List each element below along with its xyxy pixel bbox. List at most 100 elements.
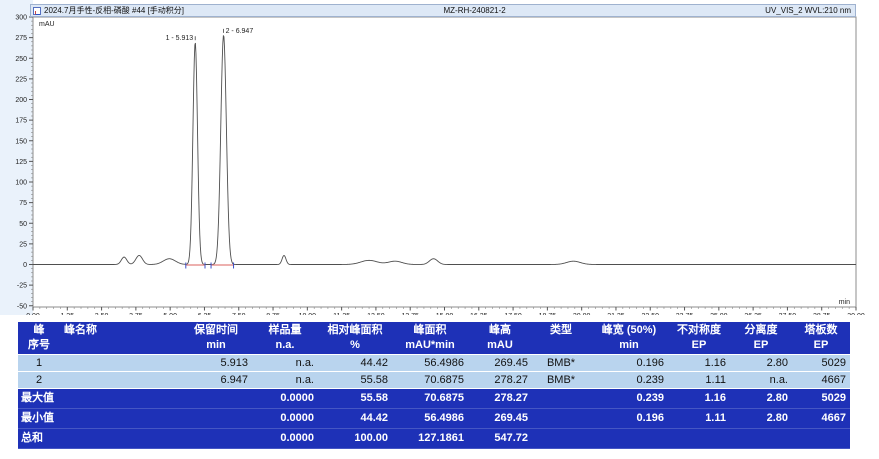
cell-asym: 1.11 (668, 372, 730, 388)
column-header-no: 峰序号 (18, 322, 60, 354)
x-tick-label: 27.50 (779, 313, 797, 315)
y-tick-label: -25 (17, 283, 27, 290)
cell-amount: n.a. (252, 355, 318, 371)
summary-cell-height: 547.72 (468, 429, 532, 448)
column-header-name: 峰名称 (60, 322, 180, 354)
summary-cell-rel_area: 55.58 (318, 389, 392, 408)
chromatogram-plot[interactable]: -50-250255075100125150175200225250275300… (0, 0, 879, 315)
summary-cell-plates: 5029 (792, 389, 850, 408)
y-tick-label: 75 (19, 200, 27, 207)
cell-area: 70.6875 (392, 372, 468, 388)
cell-asym: 1.16 (668, 355, 730, 371)
cell-rel_area: 44.42 (318, 355, 392, 371)
y-tick-label: 0 (23, 262, 27, 269)
summary-cell-res: 2.80 (730, 389, 792, 408)
peak-row-1[interactable]: 15.913n.a.44.4256.4986269.45BMB*0.1961.1… (18, 355, 850, 372)
cell-width50: 0.239 (590, 372, 668, 388)
cell-height: 278.27 (468, 372, 532, 388)
y-tick-label: 100 (15, 180, 27, 187)
x-tick-label: 11.25 (333, 313, 350, 315)
y-tick-label: 250 (15, 56, 27, 63)
x-tick-label: 2.50 (95, 313, 109, 315)
x-tick-label: 16.25 (470, 313, 488, 315)
x-tick-label: 8.75 (266, 313, 280, 315)
y-tick-label: 225 (15, 76, 27, 83)
summary-cell-amount: 0.0000 (252, 409, 318, 428)
summary-cell-rt (180, 389, 252, 408)
injection-title: 2024.7月手性-反相-磷酸 #44 [手动积分] (44, 5, 184, 16)
y-axis-unit: mAU (39, 21, 55, 28)
column-header-width50: 峰宽 (50%)min (590, 322, 668, 354)
summary-cell-type (532, 429, 590, 448)
column-header-rel_area: 相对峰面积% (318, 322, 392, 354)
x-tick-label: 22.50 (641, 313, 659, 315)
summary-cell-area: 56.4986 (392, 409, 468, 428)
y-tick-label: 50 (19, 221, 27, 228)
summary-cell-width50: 0.196 (590, 409, 668, 428)
cell-width50: 0.196 (590, 355, 668, 371)
summary-cell-width50 (590, 429, 668, 448)
summary-cell-amount: 0.0000 (252, 389, 318, 408)
y-tick-label: 200 (15, 97, 27, 104)
summary-cell-res: 2.80 (730, 409, 792, 428)
summary-cell-res (730, 429, 792, 448)
cell-name (60, 372, 180, 388)
cell-rt: 5.913 (180, 355, 252, 371)
summary-cell-asym: 1.11 (668, 409, 730, 428)
x-tick-label: 0.00 (26, 313, 40, 315)
x-tick-label: 28.75 (813, 313, 831, 315)
table-header-row: 峰序号峰名称 保留时间min样品量n.a.相对峰面积%峰面积mAU*min峰高m… (18, 322, 850, 355)
x-tick-label: 20.00 (573, 313, 591, 315)
chromatography-report: 2024.7月手性-反相-磷酸 #44 [手动积分] MZ-RH-240821-… (0, 0, 879, 459)
x-axis-unit: min (839, 299, 850, 306)
cell-rel_area: 55.58 (318, 372, 392, 388)
summary-cell-height: 269.45 (468, 409, 532, 428)
peak-label: 1 - 5.913 (166, 35, 194, 42)
summary-label: 最大值 (18, 389, 180, 408)
x-tick-label: 3.75 (129, 313, 143, 315)
y-tick-label: 150 (15, 138, 27, 145)
x-tick-label: 17.50 (504, 313, 522, 315)
x-tick-label: 25.00 (710, 313, 728, 315)
x-tick-label: 5.00 (163, 313, 177, 315)
x-tick-label: 1.25 (60, 313, 74, 315)
cell-res: 2.80 (730, 355, 792, 371)
summary-cell-plates: 4667 (792, 409, 850, 428)
x-tick-label: 18.75 (539, 313, 557, 315)
column-header-plates: 塔板数EP (792, 322, 850, 354)
sample-name: MZ-RH-240821-2 (184, 6, 765, 15)
column-header-res: 分离度EP (730, 322, 792, 354)
y-tick-label: 300 (15, 15, 27, 22)
summary-row: 总和0.0000100.00127.1861547.72 (18, 429, 850, 449)
x-tick-label: 6.25 (198, 313, 212, 315)
summary-label: 最小值 (18, 409, 180, 428)
y-tick-label: -50 (17, 303, 27, 310)
summary-cell-type (532, 389, 590, 408)
summary-row: 最大值0.000055.5870.6875278.270.2391.162.80… (18, 389, 850, 409)
summary-cell-area: 70.6875 (392, 389, 468, 408)
x-tick-label: 21.25 (607, 313, 625, 315)
cell-res: n.a. (730, 372, 792, 388)
cell-type: BMB* (532, 372, 590, 388)
summary-cell-rel_area: 44.42 (318, 409, 392, 428)
y-tick-label: 275 (15, 35, 27, 42)
column-header-asym: 不对称度EP (668, 322, 730, 354)
column-header-rt: 保留时间min (180, 322, 252, 354)
column-header-type: 类型 (532, 322, 590, 354)
peak-label: 2 - 6.947 (226, 28, 254, 35)
detector-channel: UV_VIS_2 WVL:210 nm (765, 6, 855, 15)
summary-cell-asym: 1.16 (668, 389, 730, 408)
summary-row: 最小值 0.000044.4256.4986269.45 0.1961.112.80… (18, 409, 850, 429)
summary-cell-height: 278.27 (468, 389, 532, 408)
injection-icon (33, 7, 41, 15)
results-table: 峰序号峰名称 保留时间min样品量n.a.相对峰面积%峰面积mAU*min峰高m… (18, 322, 850, 449)
peak-row-2[interactable]: 26.947n.a.55.5870.6875278.27BMB*0.2391.1… (18, 372, 850, 389)
x-tick-label: 10.00 (299, 313, 317, 315)
x-tick-label: 13.75 (401, 313, 419, 315)
cell-plates: 4667 (792, 372, 850, 388)
cell-rt: 6.947 (180, 372, 252, 388)
summary-cell-rt (180, 429, 252, 448)
column-header-area: 峰面积mAU*min (392, 322, 468, 354)
x-tick-label: 12.50 (367, 313, 385, 315)
y-tick-label: 175 (15, 118, 27, 125)
